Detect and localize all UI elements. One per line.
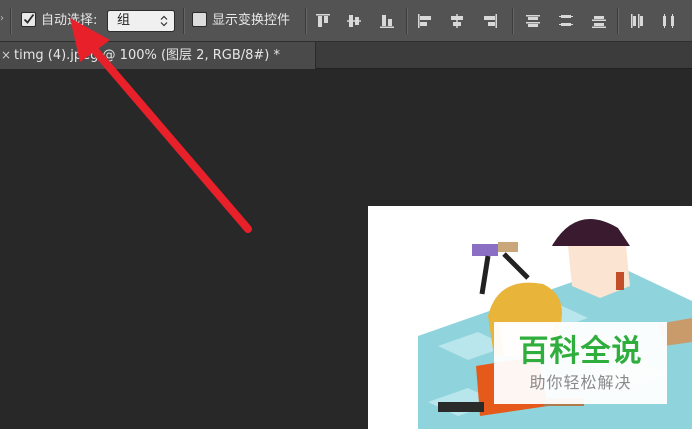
distribute-vertical-centers-icon[interactable] <box>557 12 575 30</box>
auto-select-target-dropdown[interactable]: 组 <box>107 10 175 32</box>
options-separator <box>10 8 11 34</box>
checkmark-icon <box>23 13 35 24</box>
tool-preset-edge-icon[interactable]: › <box>0 14 6 24</box>
watermark-subtitle: 助你轻松解决 <box>529 373 632 392</box>
document-tab-bar: × timg (4).jpeg @ 100% (图层 2, RGB/8#) * <box>0 42 692 69</box>
align-right-edges-icon[interactable] <box>481 12 499 30</box>
align-bottom-edges-icon[interactable] <box>378 12 396 30</box>
show-transform-controls-label: 显示变换控件 <box>212 13 291 28</box>
watermark-badge: 百科全说 助你轻松解决 <box>494 322 667 404</box>
document-tab-title: timg (4).jpeg @ 100% (图层 2, RGB/8#) * <box>14 48 280 63</box>
options-separator <box>512 8 513 34</box>
options-separator <box>617 8 618 34</box>
auto-select-target-value: 组 <box>117 13 131 28</box>
align-top-edges-icon[interactable] <box>314 12 332 30</box>
auto-select-label: 自动选择: <box>41 13 98 28</box>
watermark-title: 百科全说 <box>518 334 643 369</box>
show-transform-controls-checkbox[interactable] <box>192 12 207 27</box>
align-vertical-centers-icon[interactable] <box>345 12 363 30</box>
distribute-left-icon[interactable] <box>628 12 646 30</box>
options-separator <box>183 8 184 34</box>
close-tab-icon[interactable]: × <box>1 47 11 63</box>
align-horizontal-centers-icon[interactable] <box>448 12 466 30</box>
chevron-updown-icon <box>160 15 168 27</box>
auto-select-checkbox[interactable] <box>21 12 36 27</box>
distribute-horizontal-centers-icon[interactable] <box>660 12 678 30</box>
distribute-bottom-icon[interactable] <box>590 12 608 30</box>
options-separator <box>305 8 306 34</box>
options-bar: › 自动选择: 组 显示变换控件 <box>0 0 692 42</box>
align-left-edges-icon[interactable] <box>416 12 434 30</box>
options-separator <box>406 8 407 34</box>
distribute-top-icon[interactable] <box>524 12 542 30</box>
document-tab[interactable]: × timg (4).jpeg @ 100% (图层 2, RGB/8#) * <box>0 42 316 69</box>
